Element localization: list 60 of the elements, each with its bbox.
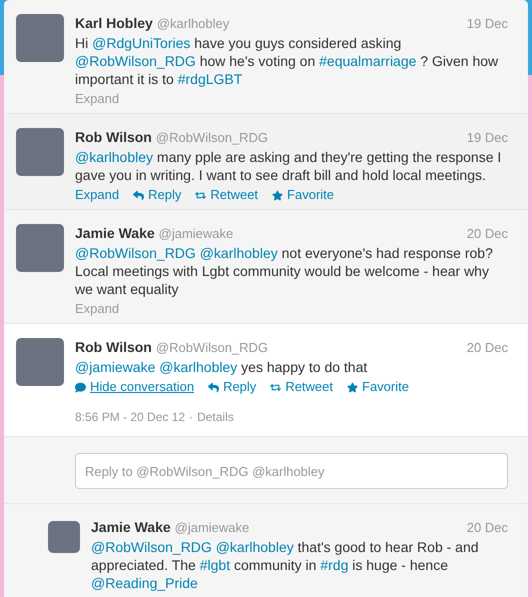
author-handle[interactable]: @RobWilson_RDG: [156, 129, 268, 147]
tweet-text: @karlhobley many pple are asking and they're getting the response I gave you in writing. I want to see draft bill and hold local meetings.: [75, 148, 502, 184]
author-handle[interactable]: @karlhobley: [156, 15, 230, 33]
mention-link[interactable]: @RobWilson_RDG: [91, 539, 212, 555]
mention-link[interactable]: @karlhobley: [216, 539, 294, 555]
tweet-date[interactable]: 19 Dec: [466, 15, 508, 33]
mention-link[interactable]: @karlhobley: [159, 359, 238, 375]
hashtag-link[interactable]: #rdgLGBT: [178, 71, 242, 87]
reply-icon: [133, 190, 144, 200]
retweet-icon: [270, 382, 282, 392]
tweet-date[interactable]: 20 Dec: [466, 519, 508, 537]
tweet-date[interactable]: 19 Dec: [466, 129, 508, 147]
hide-conversation-link[interactable]: Hide conversation: [75, 378, 194, 396]
avatar-photo-placeholder[interactable]: [48, 521, 80, 553]
expand-link[interactable]: Expand: [75, 300, 120, 318]
reply-link[interactable]: Reply: [208, 378, 256, 396]
reply-icon: [208, 382, 220, 392]
mention-link[interactable]: @karlhobley: [200, 245, 278, 261]
tweet-row[interactable]: Jamie Wake @jamiewake 20 Dec @RobWilson_RDG @karlhobley that's good to hear Rob - and appreciated. The #lgbt community in #rdg is huge - hence @Reading_Pride: [4, 504, 528, 597]
hashtag-link[interactable]: #rdg: [320, 557, 348, 573]
tweet-text: @jamiewake @karlhobley yes happy to do that: [75, 358, 368, 376]
mention-link[interactable]: @RobWilson_RDG: [75, 53, 196, 69]
favorite-link[interactable]: Favorite: [347, 378, 409, 396]
author-name[interactable]: Rob Wilson: [75, 338, 152, 356]
separator-dot: ·: [189, 409, 194, 426]
star-icon: [347, 382, 358, 392]
tweet-date[interactable]: 20 Dec: [466, 339, 508, 357]
speech-bubble-icon: [75, 382, 86, 392]
expand-link[interactable]: Expand: [75, 186, 120, 204]
mention-link[interactable]: @Reading_Pride: [91, 575, 198, 591]
author-name[interactable]: Jamie Wake: [75, 224, 155, 242]
mention-link[interactable]: @karlhobley: [75, 149, 154, 165]
author-handle[interactable]: @jamiewake: [174, 519, 250, 537]
hashtag-link[interactable]: #equalmarriage: [319, 53, 416, 69]
favorite-link[interactable]: Favorite: [272, 186, 334, 204]
tweet-text: @RobWilson_RDG @karlhobley that's good to hear Rob - and appreciated. The #lgbt community in #rdg is huge - hence @Reading_Pride: [91, 538, 480, 592]
star-icon: [272, 190, 284, 200]
mention-link[interactable]: @RobWilson_RDG: [75, 245, 196, 261]
mention-link[interactable]: @jamiewake: [75, 359, 156, 375]
author-name[interactable]: Jamie Wake: [91, 518, 171, 536]
tweet-date[interactable]: 20 Dec: [466, 225, 508, 243]
author-handle[interactable]: @jamiewake: [158, 225, 234, 243]
reply-link[interactable]: Reply: [133, 186, 182, 204]
retweet-icon: [195, 190, 206, 200]
tweet-timestamp: 8:56 PM - 20 Dec 12: [75, 409, 186, 426]
retweet-link[interactable]: Retweet: [195, 186, 258, 204]
tweet-row[interactable]: Karl Hobley @karlhobley 19 Dec Hi @RdgUniTories have you guys considered asking @RobWilson_RDG how he's voting on #equalmarriage ? Given how important it is to #rdgLGBT Expand: [4, 0, 528, 114]
tweet-row[interactable]: [4, 114, 528, 210]
mention-link[interactable]: @RdgUniTories: [92, 35, 190, 51]
retweet-link[interactable]: Retweet: [270, 378, 334, 396]
details-link[interactable]: Details: [197, 408, 234, 426]
author-name[interactable]: Karl Hobley: [75, 14, 153, 32]
tweet-text: Hi @RdgUniTories have you guys considered asking @RobWilson_RDG how he's voting on #equalmarriage ? Given how important it is to #rdgLGBT: [75, 34, 500, 88]
author-handle[interactable]: @RobWilson_RDG: [156, 339, 268, 357]
reply-input-field[interactable]: Reply to @RobWilson_RDG @karlhobley: [75, 453, 508, 489]
hashtag-link[interactable]: #lgbt: [200, 557, 230, 573]
tweet-row[interactable]: Jamie Wake @jamiewake 20 Dec @RobWilson_RDG @karlhobley not everyone's had response rob? Local meetings with Lgbt community would be welcome - hear why we want equality Expand: [4, 210, 528, 324]
author-name[interactable]: Rob Wilson: [75, 128, 152, 146]
tweet-text: @RobWilson_RDG @karlhobley not everyone's had response rob? Local meetings with Lgbt community would be welcome - hear why we want equality: [75, 244, 494, 298]
expand-link[interactable]: Expand: [75, 90, 120, 108]
